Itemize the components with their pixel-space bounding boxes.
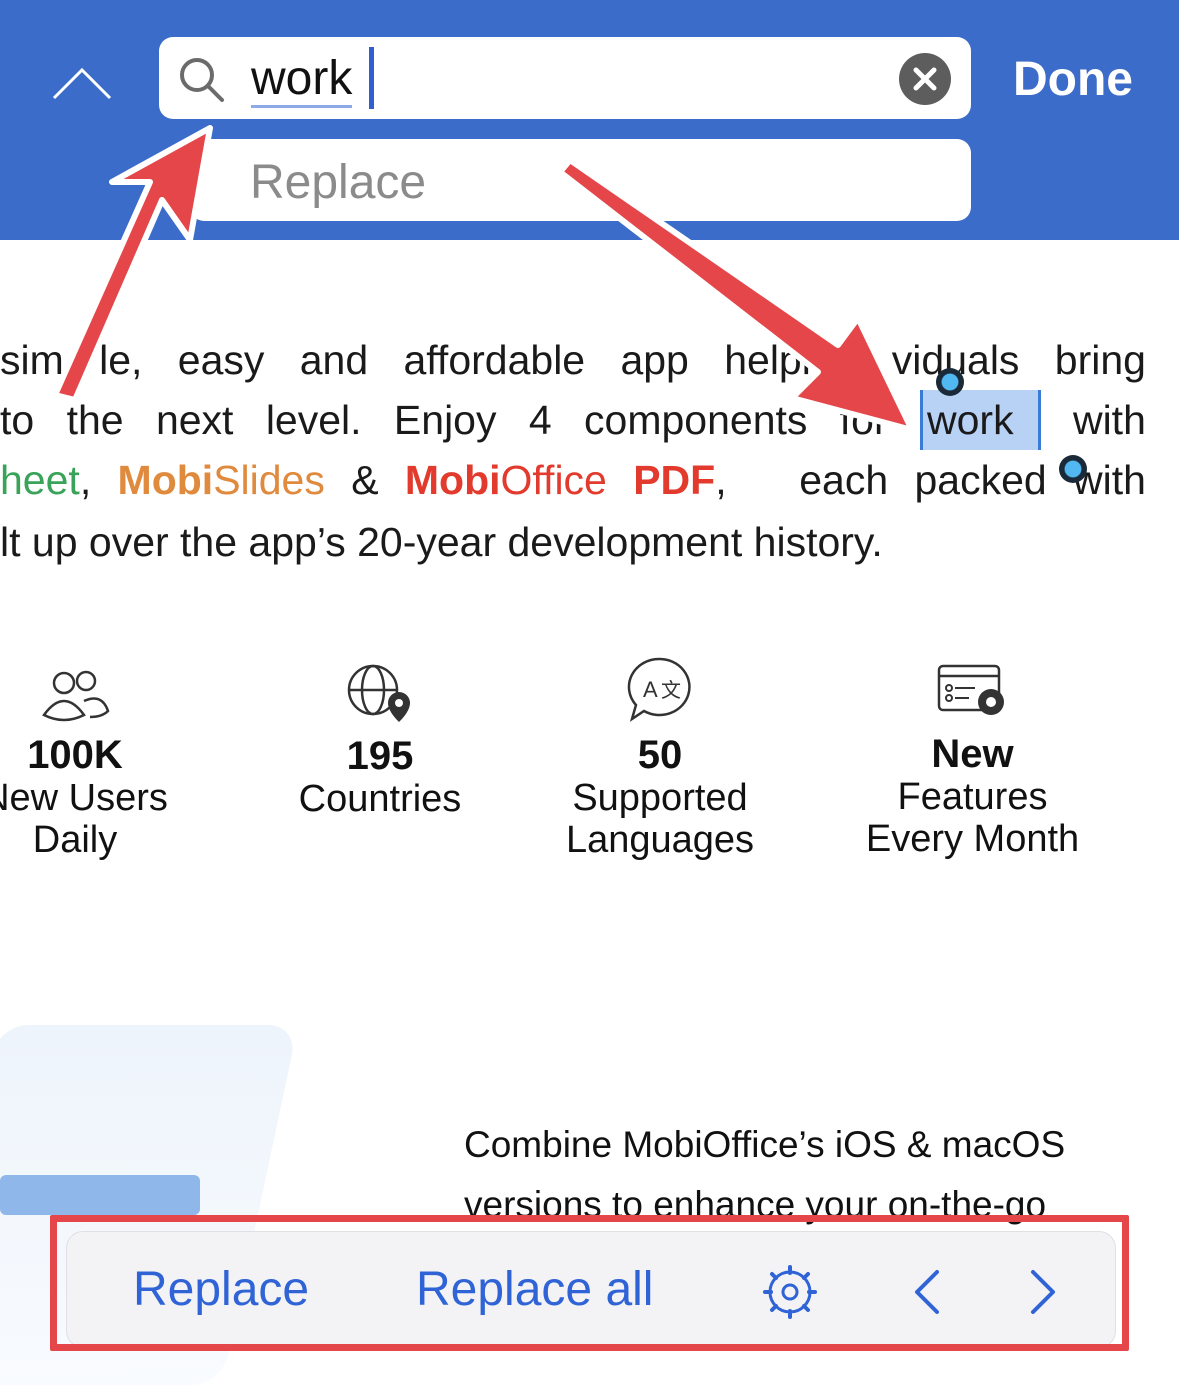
text-caret	[369, 47, 374, 109]
text-word: level.	[265, 397, 362, 443]
text-word: bring	[1054, 337, 1146, 383]
chevron-up-icon[interactable]	[50, 62, 114, 102]
text-word: ,	[715, 457, 727, 503]
stat-label: Supported	[572, 777, 748, 819]
stat-features: New Features Every Month	[850, 660, 1095, 860]
stat-label: Countries	[298, 778, 462, 820]
document-line-1: sim le, easy and affordable app helping …	[0, 330, 1146, 390]
stat-value: New	[931, 732, 1014, 776]
mobioffice-text: Office	[500, 457, 607, 503]
svg-text:文: 文	[661, 679, 681, 702]
stat-value: 50	[637, 733, 683, 777]
translate-icon: A 文	[627, 657, 691, 722]
text-word: next	[155, 397, 234, 443]
search-input[interactable]: work	[251, 53, 353, 108]
stat-value: 195	[346, 734, 414, 778]
text-word: affordable	[403, 337, 586, 383]
text-word: and	[299, 337, 369, 383]
text-word: Enjoy	[393, 397, 497, 443]
stat-label: New Users	[0, 777, 168, 819]
text-word: the	[66, 397, 124, 443]
text-word: each	[799, 457, 889, 503]
search-field[interactable]: work	[159, 37, 971, 119]
text-word: le,	[99, 337, 143, 383]
text-word: to	[0, 397, 35, 443]
stat-languages: A 文 50 Supported Languages	[540, 655, 780, 861]
selection-end-handle[interactable]	[1059, 455, 1087, 483]
text-word: with	[1073, 457, 1146, 503]
document-line-4: lt up over the app’s 20-year development…	[0, 519, 883, 565]
search-icon	[180, 58, 224, 102]
text-word: helping	[724, 337, 857, 383]
settings-window-icon	[937, 664, 1004, 715]
find-replace-header: work Done Replace	[0, 0, 1179, 240]
stat-label: Every Month	[865, 818, 1080, 860]
stat-value: 100K	[27, 733, 123, 777]
done-button[interactable]: Done	[1013, 52, 1133, 107]
text-word: easy	[177, 337, 265, 383]
text-word: &	[351, 457, 379, 503]
mobi-text: Mobi	[404, 457, 501, 503]
text-word: 4	[528, 397, 552, 443]
document-line-2: to the next level. Enjoy 4 components fo…	[0, 390, 1146, 450]
users-icon	[42, 670, 110, 722]
illustration-screen	[0, 1175, 200, 1215]
text-word: app	[620, 337, 689, 383]
text-word: packed	[914, 457, 1047, 503]
replace-input[interactable]: Replace	[250, 155, 426, 210]
stat-users: 100K New Users Daily	[0, 665, 180, 861]
search-match-highlight[interactable]: work	[920, 390, 1041, 450]
combine-line-1: Combine MobiOffice’s iOS & macOS	[464, 1124, 1066, 1165]
stat-label: Languages	[565, 819, 755, 861]
stat-countries: 195 Countries	[280, 660, 480, 820]
stat-label: Daily	[32, 819, 118, 861]
text-word: ,	[79, 457, 92, 503]
text-word: for	[839, 397, 888, 443]
close-icon	[913, 67, 937, 91]
text-word: with	[1072, 397, 1146, 443]
annotation-highlight-box	[50, 1215, 1129, 1351]
mobisheet-text: heet	[0, 457, 80, 503]
clear-search-button[interactable]	[899, 53, 951, 105]
document-line-3: heet, MobiSlides & MobiOffice PDF, each …	[0, 450, 1146, 510]
pdf-text: PDF	[633, 457, 716, 503]
selection-start-handle[interactable]	[936, 368, 964, 396]
text-word: sim	[0, 337, 64, 383]
replace-field[interactable]: Replace	[190, 139, 971, 221]
mobislides-text: Slides	[213, 457, 325, 503]
mobi-text: Mobi	[117, 457, 214, 503]
stat-label: Features	[897, 776, 1048, 818]
globe-location-icon	[347, 664, 410, 722]
svg-text:A: A	[643, 677, 658, 702]
text-word: components	[584, 397, 808, 443]
